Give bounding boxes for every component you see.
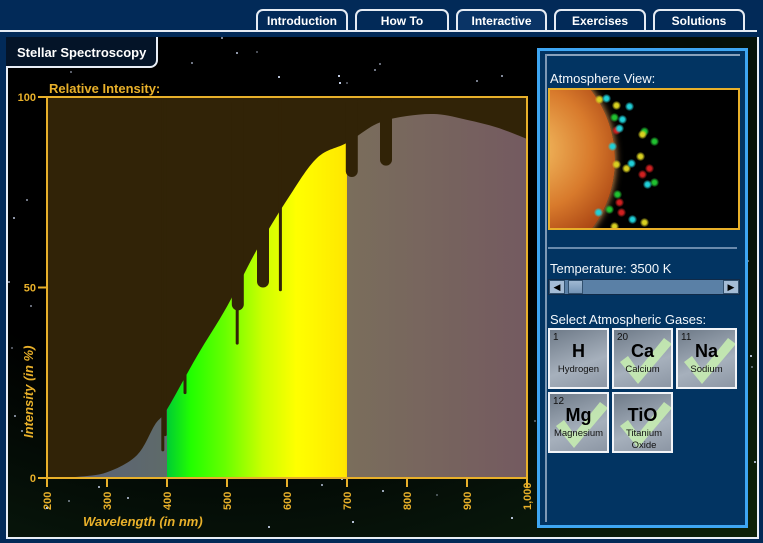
gas-particle [636,152,645,161]
scroll-right-icon[interactable]: ▶ [723,280,739,294]
gas-particle [617,208,626,217]
y-tick-label: 50 [24,283,36,295]
gas-particle [608,142,617,151]
control-panel: Atmosphere View: Temperature: 3500 K ◀ ▶… [537,48,748,528]
temperature-slider[interactable]: ◀ ▶ [548,279,740,295]
absorption-line [183,97,187,395]
gas-symbol: Ca [630,341,654,361]
gas-particle [638,170,647,179]
y-tick-label: 0 [30,473,36,485]
gas-particle [610,222,619,228]
gas-symbol: Mg [565,405,592,425]
atmosphere-view [548,88,740,230]
absorption-line [380,97,392,166]
gas-tile-calcium[interactable]: 20 Ca Calcium [612,328,673,389]
gas-particle [615,198,624,207]
gas-particle [627,159,636,168]
gas-particle [625,102,634,111]
gas-particle [615,124,624,133]
atmosphere-view-label: Atmosphere View: [550,71,656,86]
x-tick-label: 500 [222,492,234,510]
gas-particle [605,205,614,214]
module-title: Stellar Spectroscopy [6,37,158,68]
gas-name: Magnesium [553,428,604,439]
gas-particle [602,94,611,103]
x-tick-label: 400 [162,492,174,510]
gas-tile-hydrogen[interactable]: 1 H Hydrogen [548,328,609,389]
gas-particle [612,101,621,110]
gas-symbol: TiO [627,405,658,425]
gas-name: Hydrogen [557,364,600,375]
gas-particle [643,180,652,189]
gas-particle [594,208,603,217]
panel-divider [545,54,740,56]
absorption-line [278,97,282,292]
app-window: Introduction How To Interactive Exercise… [0,0,763,543]
gas-tile-sodium[interactable]: 11 Na Sodium [676,328,737,389]
gases-label: Select Atmospheric Gases: [550,312,707,327]
scroll-left-icon[interactable]: ◀ [549,280,565,294]
gas-symbol: H [572,341,585,361]
x-tick-label: 300 [102,492,114,510]
gas-particle [612,160,621,169]
absorption-line [163,97,167,437]
x-tick-label: 700 [342,492,354,510]
gas-particle [650,137,659,146]
temperature-slider-thumb[interactable] [567,280,583,294]
gas-particle [628,215,637,224]
absorption-line [345,97,358,178]
x-tick-label: 800 [402,492,414,510]
gas-name: Titanium Oxide [625,428,663,451]
x-tick-label: 200 [42,492,54,510]
gas-tile-titanium-oxide[interactable]: TiO Titanium Oxide [612,392,673,453]
y-axis-label: Intensity (in %) [21,346,36,438]
gas-particle [640,218,649,227]
gas-name: Sodium [690,364,723,375]
panel-separator [548,247,737,249]
x-tick-label: 900 [462,492,474,510]
temperature-label: Temperature: 3500 K [550,261,672,276]
gas-name: Calcium [625,364,660,375]
chart-title: Relative Intensity: [49,81,160,96]
y-tick-label: 100 [18,92,36,104]
gas-tile-magnesium[interactable]: 12 Mg Magnesium [548,392,609,453]
gas-particle [638,130,647,139]
gas-particle [618,115,627,124]
absorption-line [257,97,269,288]
x-tick-label: 600 [282,492,294,510]
absorption-line [231,97,244,311]
gas-symbol: Na [694,341,718,361]
x-axis-label: Wavelength (in nm) [83,514,203,529]
x-tick-label: 1,000 [522,482,534,510]
panel-divider [545,54,547,522]
